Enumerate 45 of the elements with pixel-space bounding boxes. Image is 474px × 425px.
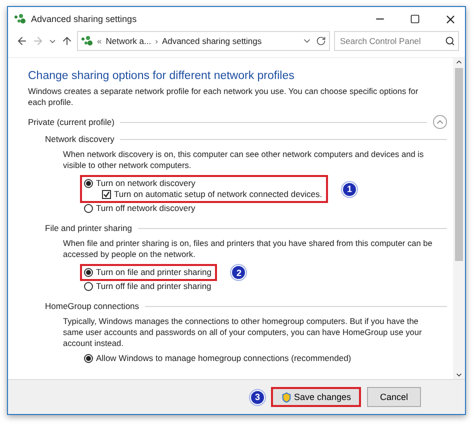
radio-button[interactable]: [84, 204, 93, 213]
group-title: HomeGroup connections: [45, 301, 140, 311]
breadcrumb-separator: ›: [155, 36, 158, 46]
radio-button[interactable]: [84, 179, 93, 188]
radio-button[interactable]: [84, 354, 93, 363]
breadcrumb-separator: «: [97, 36, 102, 46]
step-badge: 3: [250, 390, 265, 404]
cancel-button[interactable]: Cancel: [367, 387, 421, 407]
scroll-up-icon: [455, 58, 463, 66]
page-description: Windows creates a separate network profile for each network you use. You can choose specific options for each profile.: [28, 86, 420, 108]
group-description: When file and printer sharing is on, files and printers that you have shared from this computer can be accessed by people on the network.: [62, 238, 434, 260]
scroll-down-icon: [455, 371, 463, 379]
close-icon: [444, 12, 456, 26]
up-button[interactable]: [61, 35, 73, 47]
refresh-button[interactable]: [316, 36, 326, 46]
save-button[interactable]: Save changes: [270, 387, 361, 407]
radio-button[interactable]: [84, 282, 93, 291]
scrollbar[interactable]: [453, 58, 465, 379]
address-bar[interactable]: « Network a... › Advanced sharing settings: [77, 31, 330, 51]
checkbox[interactable]: [102, 190, 111, 199]
window-title: Advanced sharing settings: [31, 14, 138, 24]
checkbox-option[interactable]: Turn on automatic setup of network connected devices.: [84, 189, 322, 200]
breadcrumb-item[interactable]: Advanced sharing settings: [162, 36, 262, 46]
radio-button[interactable]: [84, 268, 93, 277]
collapse-button[interactable]: [433, 115, 447, 129]
group-description: When network discovery is on, this computer can see other network computers and devices and is visible to other network computers.: [62, 149, 425, 171]
radio-option[interactable]: Turn off file and printer sharing: [84, 281, 447, 292]
radio-option[interactable]: Turn on network discovery: [84, 178, 322, 189]
search-field[interactable]: Search Control Panel: [334, 31, 459, 51]
group-title: File and printer sharing: [45, 223, 132, 233]
radio-option[interactable]: Allow Windows to manage homegroup connections (recommended): [84, 353, 447, 364]
back-button[interactable]: [16, 35, 28, 47]
maximize-icon: [410, 14, 420, 24]
group-description: Typically, Windows manages the connections to other homegroup computers. But if you have the same user accounts and passwords on all of your computers, you can have HomeGroup use your account instead.: [62, 316, 423, 349]
group-title: Network discovery: [45, 134, 114, 144]
network-icon: [14, 14, 26, 24]
search-icon: [445, 36, 455, 46]
section-title: Private (current profile): [28, 117, 114, 127]
radio-option[interactable]: Turn off network discovery: [84, 203, 447, 214]
breadcrumb-item[interactable]: Network a...: [106, 36, 152, 46]
step-badge: 2: [231, 265, 246, 280]
network-icon: [81, 36, 93, 46]
page-heading: Change sharing options for different network profiles: [28, 70, 296, 82]
step-badge: 1: [342, 182, 358, 196]
radio-option[interactable]: Turn on file and printer sharing: [84, 267, 212, 278]
